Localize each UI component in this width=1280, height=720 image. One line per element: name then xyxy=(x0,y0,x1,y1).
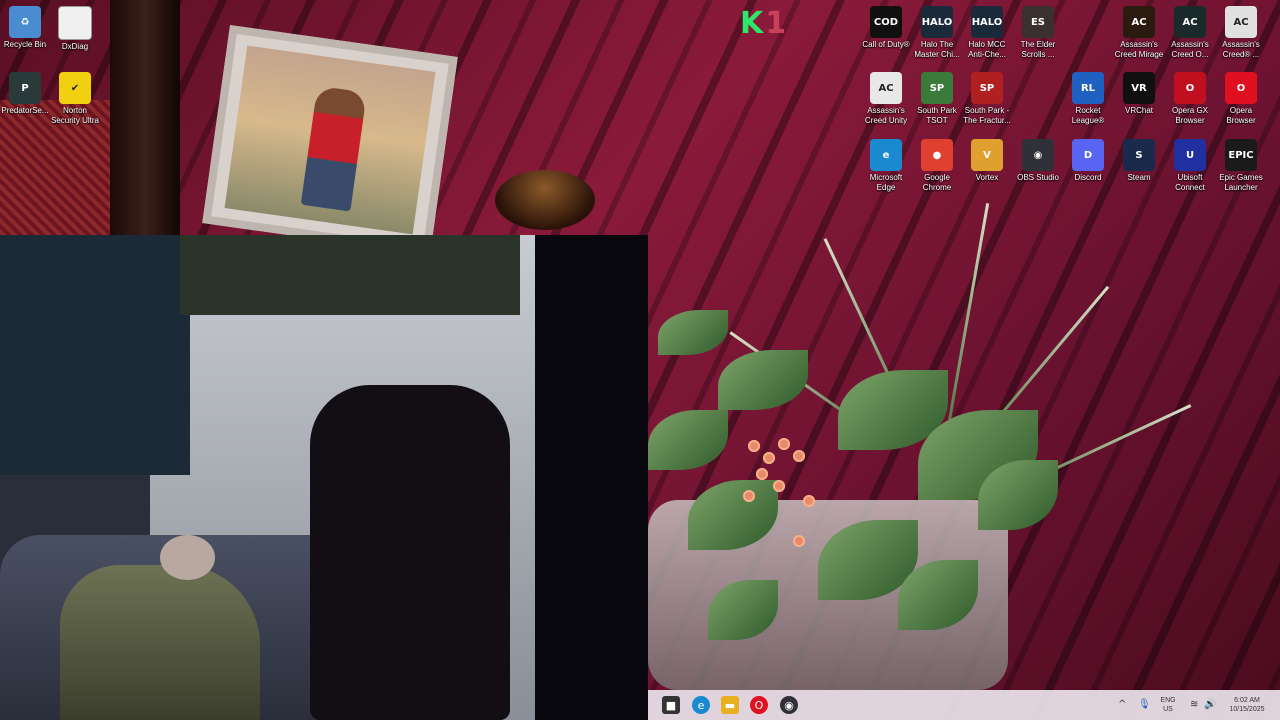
desktop-icon-ubisoft[interactable]: U Ubisoft Connect xyxy=(1165,139,1215,193)
chevron-up-icon[interactable]: ^ xyxy=(1118,699,1126,710)
webcam-feed xyxy=(0,235,648,720)
taskbar-item-file-explorer[interactable]: ▬ xyxy=(721,696,739,714)
taskbar-item-obs[interactable]: ◉ xyxy=(780,696,798,714)
desktop-icon-predator[interactable]: P PredatorSe... xyxy=(0,72,50,116)
desktop-icon-norton[interactable]: ✔ Norton Security Ultra xyxy=(50,72,100,126)
desktop-icon-elder-scrolls[interactable]: ES The Elder Scrolls ... xyxy=(1013,6,1063,60)
wallpaper-jar xyxy=(495,170,595,230)
elder-scrolls-icon: ES xyxy=(1022,6,1054,38)
wallpaper-plant xyxy=(648,200,1208,690)
desktop-icon-south-park-fractured[interactable]: SP South Park - The Fractur... xyxy=(962,72,1012,126)
desktop-icon-opera[interactable]: O Opera Browser xyxy=(1216,72,1266,126)
desktop-icon-vrchat[interactable]: VR VRChat xyxy=(1114,72,1164,126)
taskbar-item-edge[interactable]: e xyxy=(692,696,710,714)
webcam-doorway xyxy=(535,235,648,720)
vrchat-icon: VR xyxy=(1123,72,1155,104)
epic-games-icon: EPIC xyxy=(1225,139,1257,171)
wallpaper-pillar xyxy=(110,0,180,235)
predator-icon: P xyxy=(9,72,41,104)
language-indicator[interactable]: ENG US xyxy=(1158,696,1178,714)
rocket-league-icon: RL xyxy=(1072,72,1104,104)
south-park-tsot-icon: SP xyxy=(921,72,953,104)
taskbar-item-square[interactable]: ■ xyxy=(662,696,680,714)
desktop-icon-halo-mcc[interactable]: HALO Halo MCC Anti-Che... xyxy=(962,6,1012,60)
opera-icon: O xyxy=(1225,72,1257,104)
desktop-icon-halo[interactable]: HALO Halo The Master Chi... xyxy=(912,6,962,60)
desktop-icon-rocket-league[interactable]: RL Rocket League® xyxy=(1063,72,1113,126)
vortex-icon: V xyxy=(971,139,1003,171)
framed-photo xyxy=(224,45,436,235)
assassins-creed-icon: AC xyxy=(1225,6,1257,38)
assassins-creed-mirage-icon: AC xyxy=(1123,6,1155,38)
assassins-creed-odyssey-icon: AC xyxy=(1174,6,1206,38)
framed-photo-person xyxy=(300,85,367,212)
taskbar: ■ e ▬ O ◉ ^ 🎙 ENG US ≋ 🔊 6:02 AM 10/15/2… xyxy=(648,690,1280,720)
halo-mcc-icon: HALO xyxy=(971,6,1003,38)
desktop-icon-assassins-creed-mirage[interactable]: AC Assassin's Creed Mirage xyxy=(1114,6,1164,60)
desktop-icon-call-of-duty[interactable]: COD Call of Duty® xyxy=(861,6,911,60)
norton-icon: ✔ xyxy=(59,72,91,104)
call-of-duty-icon: COD xyxy=(870,6,902,38)
volume-icon[interactable]: 🔊 xyxy=(1204,699,1216,710)
desktop-icon-south-park-tsot[interactable]: SP South Park TSOT xyxy=(912,72,962,126)
south-park-fractured-icon: SP xyxy=(971,72,1003,104)
webcam-tapestry xyxy=(0,235,190,475)
desktop-icon-assassins-creed-unity[interactable]: AC Assassin's Creed Unity xyxy=(861,72,911,126)
obs-icon: ◉ xyxy=(1022,139,1054,171)
desktop-icon-chrome[interactable]: ● Google Chrome xyxy=(912,139,962,193)
desktop-icon-epic-games[interactable]: EPIC Epic Games Launcher xyxy=(1216,139,1266,193)
webcam-tapestry-top xyxy=(180,235,520,315)
edge-icon: e xyxy=(870,139,902,171)
desktop-icon-opera-gx[interactable]: O Opera GX Browser xyxy=(1165,72,1215,126)
halo-icon: HALO xyxy=(921,6,953,38)
taskbar-item-opera[interactable]: O xyxy=(750,696,768,714)
webcam-person xyxy=(160,535,215,580)
desktop-icon-steam[interactable]: S Steam xyxy=(1114,139,1164,193)
desktop-icon-obs[interactable]: ◉ OBS Studio xyxy=(1013,139,1063,193)
desktop-icon-discord[interactable]: D Discord xyxy=(1063,139,1113,193)
microphone-icon[interactable]: 🎙 xyxy=(1138,699,1151,710)
wallpaper-picture-frame xyxy=(202,24,458,256)
overlay-k1-logo: K1 xyxy=(740,6,787,41)
desktop-icon-recycle-bin[interactable]: ♻ Recycle Bin xyxy=(0,6,50,50)
chrome-icon: ● xyxy=(921,139,953,171)
webcam-gaming-chair xyxy=(310,385,510,720)
ubisoft-icon: U xyxy=(1174,139,1206,171)
recycle-bin-icon: ♻ xyxy=(9,6,41,38)
webcam-blanket xyxy=(60,565,260,720)
desktop-icon-assassins-creed-odyssey[interactable]: AC Assassin's Creed O... xyxy=(1165,6,1215,60)
wifi-icon[interactable]: ≋ xyxy=(1190,699,1198,710)
steam-icon: S xyxy=(1123,139,1155,171)
assassins-creed-unity-icon: AC xyxy=(870,72,902,104)
desktop-icon-vortex[interactable]: V Vortex xyxy=(962,139,1012,193)
desktop-icon-dxdiag[interactable]: DxDiag xyxy=(50,6,100,52)
opera-gx-icon: O xyxy=(1174,72,1206,104)
document-icon xyxy=(58,6,92,40)
desktop-icon-edge[interactable]: e Microsoft Edge xyxy=(861,139,911,193)
clock[interactable]: 6:02 AM 10/15/2025 xyxy=(1222,696,1272,714)
discord-icon: D xyxy=(1072,139,1104,171)
desktop-icon-assassins-creed[interactable]: AC Assassin's Creed® ... xyxy=(1216,6,1266,60)
